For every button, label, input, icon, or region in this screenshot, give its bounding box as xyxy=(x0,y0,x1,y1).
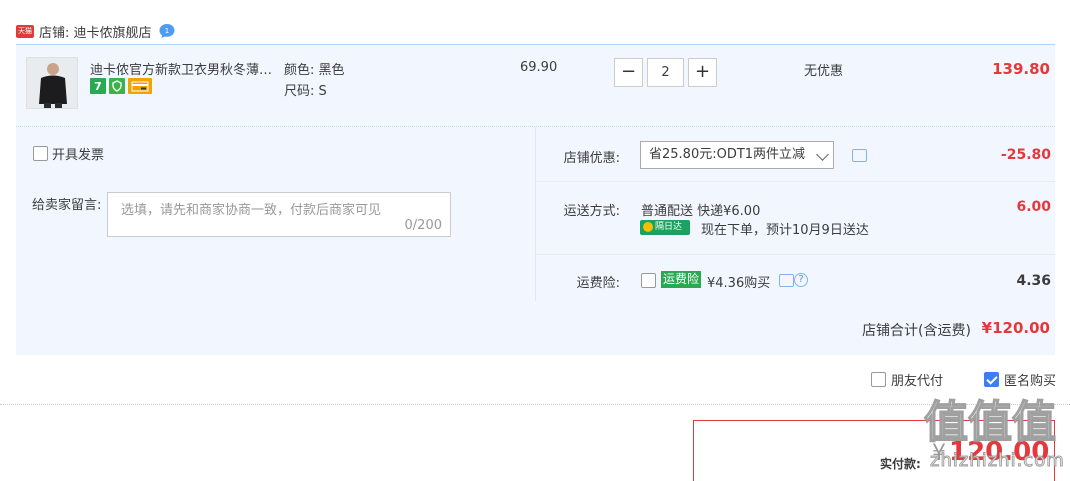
sku-color: 颜色: 黑色 xyxy=(284,63,345,78)
comment-icon[interactable] xyxy=(779,274,794,287)
store-name[interactable]: 店铺: 迪卡侬旗舰店 xyxy=(39,22,152,41)
insurance-label: 运费险: xyxy=(576,276,620,291)
chat-bubble-icon[interactable]: 1 xyxy=(158,23,176,39)
payment-label: 实付款: xyxy=(880,457,921,471)
help-icon[interactable]: ? xyxy=(794,273,808,287)
store-total-label: 店铺合计(含运费) xyxy=(862,323,971,339)
item-total: 139.80 xyxy=(992,60,1050,78)
store-total-value: ¥120.00 xyxy=(981,319,1050,337)
coupon-selected: 省25.80元:ODT1两件立减 xyxy=(649,147,806,162)
extras-left: 开具发票 给卖家留言: 选填，请先和商家协商一致，付款后商家可见 0/200 xyxy=(16,127,535,301)
shipping-label: 运送方式: xyxy=(563,204,620,219)
seller-message-input[interactable]: 选填，请先和商家协商一致，付款后商家可见 0/200 xyxy=(107,192,451,237)
guarantee-icon[interactable] xyxy=(109,78,125,94)
coupon-label: 店铺优惠: xyxy=(563,151,620,166)
payment-summary: 实付款: ¥ 120.00 xyxy=(693,420,1055,481)
anonymous-label: 匿名购买 xyxy=(1004,374,1057,389)
item-title[interactable]: 迪卡侬官方新款卫衣男秋冬薄款... xyxy=(90,59,280,78)
message-label: 给卖家留言: xyxy=(32,198,102,213)
seven-day-return-icon[interactable]: 7 xyxy=(90,78,106,94)
next-day-badge: 隔日达 xyxy=(640,220,690,235)
coupon-amount: -25.80 xyxy=(1000,147,1051,163)
quantity-stepper: − 2 + xyxy=(614,58,717,87)
shipping-method[interactable]: 普通配送 快递¥6.00 xyxy=(641,200,760,219)
service-badges: 7 xyxy=(90,78,152,94)
chevron-down-icon xyxy=(816,148,829,161)
product-image xyxy=(27,58,77,108)
unit-price: 69.90 xyxy=(520,60,558,75)
store-header: 天猫 店铺: 迪卡侬旗舰店 1 xyxy=(16,20,176,42)
invoice-checkbox[interactable] xyxy=(33,146,48,161)
decrease-button[interactable]: − xyxy=(614,58,643,87)
invoice-option[interactable]: 开具发票 xyxy=(33,144,104,163)
payment-options-row: 朋友代付 匿名购买 xyxy=(0,355,1070,405)
friend-pay-label: 朋友代付 xyxy=(891,374,944,389)
coupon-select[interactable]: 省25.80元:ODT1两件立减 xyxy=(640,141,834,169)
product-thumbnail[interactable] xyxy=(26,57,78,109)
item-row: 迪卡侬官方新款卫衣男秋冬薄款... 7 颜色: 黑色 尺码: S 69.90 −… xyxy=(16,45,1055,127)
item-discount: 无优惠 xyxy=(804,64,844,79)
increase-button[interactable]: + xyxy=(688,58,717,87)
svg-text:1: 1 xyxy=(164,27,168,35)
anonymous-option[interactable]: 匿名购买 xyxy=(984,370,1056,389)
insurance-amount: 4.36 xyxy=(1016,273,1051,289)
shipping-row: 运送方式: 普通配送 快递¥6.00 隔日达 现在下单，预计10月9日送达 6.… xyxy=(536,182,1056,255)
sku-size: 尺码: S xyxy=(284,84,327,99)
insurance-price: ¥4.36购买 xyxy=(707,276,771,291)
anonymous-checkbox[interactable] xyxy=(984,372,999,387)
tmall-icon: 天猫 xyxy=(16,24,34,38)
order-panel: 迪卡侬官方新款卫衣男秋冬薄款... 7 颜色: 黑色 尺码: S 69.90 −… xyxy=(16,44,1056,355)
insurance-row: 运费险: 运费险 ¥4.36购买 ? 4.36 xyxy=(536,255,1056,301)
invoice-label: 开具发票 xyxy=(52,148,105,163)
message-placeholder: 选填，请先和商家协商一致，付款后商家可见 xyxy=(121,203,382,218)
extras-right: 店铺优惠: 省25.80元:ODT1两件立减 -25.80 运送方式: 普通配送… xyxy=(535,127,1056,301)
shipping-eta: 现在下单，预计10月9日送达 xyxy=(701,223,869,238)
friend-pay-option[interactable]: 朋友代付 xyxy=(871,370,943,389)
message-char-count: 0/200 xyxy=(404,218,442,233)
store-total-row: 店铺合计(含运费) ¥120.00 xyxy=(16,301,1055,355)
insurance-checkbox[interactable] xyxy=(641,273,656,288)
payment-value: 120.00 xyxy=(949,437,1050,467)
comment-icon[interactable] xyxy=(852,149,867,162)
payment-currency: ¥ xyxy=(932,441,946,466)
shipping-amount: 6.00 xyxy=(1016,199,1051,215)
insurance-badge: 运费险 xyxy=(661,271,702,288)
quantity-input[interactable]: 2 xyxy=(647,58,684,87)
friend-pay-checkbox[interactable] xyxy=(871,372,886,387)
credit-card-icon[interactable] xyxy=(128,78,152,94)
coupon-row: 店铺优惠: 省25.80元:ODT1两件立减 -25.80 xyxy=(536,127,1056,182)
